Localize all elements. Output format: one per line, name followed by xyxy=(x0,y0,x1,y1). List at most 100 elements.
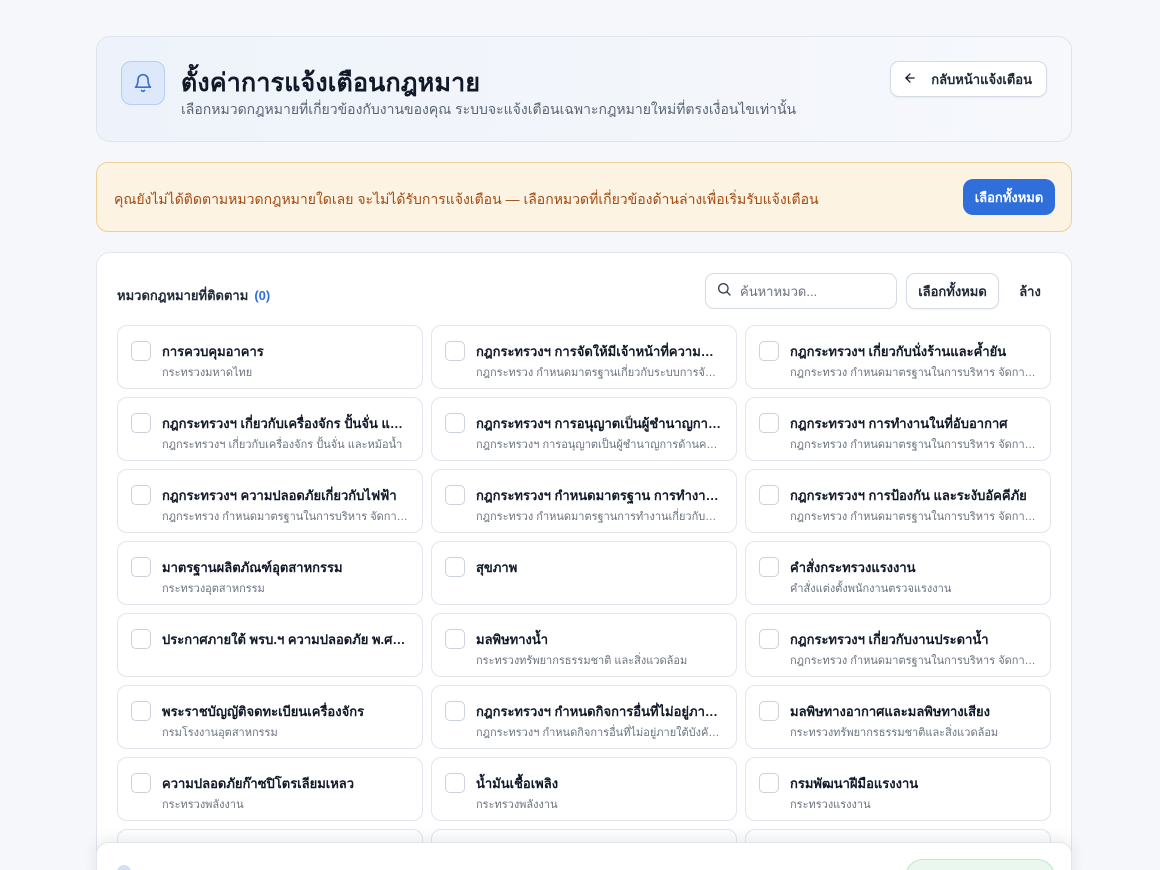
category-checkbox[interactable] xyxy=(759,701,779,721)
category-item[interactable]: กฎกระทรวงฯ กำหนดมาตรฐาน การทำงานเกี่ยวกั… xyxy=(431,469,737,533)
category-item[interactable]: กฎกระทรวงฯ การป้องกัน และระงับอัคคีภัย กฎ… xyxy=(745,469,1051,533)
list-title: หมวดกฎหมายที่ติดตาม (0) xyxy=(117,285,270,306)
category-checkbox[interactable] xyxy=(759,557,779,577)
category-title: การควบคุมอาคาร xyxy=(162,344,264,359)
category-title: กฎกระทรวงฯ ความปลอดภัยเกี่ยวกับไฟฟ้า xyxy=(162,488,397,503)
category-checkbox[interactable] xyxy=(445,629,465,649)
category-item[interactable]: กฎกระทรวงฯ การอนุญาตเป็นผู้ชำนาญการด้านค… xyxy=(431,397,737,461)
category-checkbox[interactable] xyxy=(759,341,779,361)
category-checkbox[interactable] xyxy=(445,485,465,505)
back-to-notifications-button[interactable]: กลับหน้าแจ้งเตือน xyxy=(890,61,1047,97)
category-item[interactable]: การควบคุมอาคารกระทรวงมหาดไทย xyxy=(117,325,423,389)
page-subtitle: เลือกหมวดกฎหมายที่เกี่ยวข้องกับงานของคุณ… xyxy=(181,101,797,117)
category-list-card: หมวดกฎหมายที่ติดตาม (0) เลือกทั้งหมด ล้าง… xyxy=(96,252,1072,870)
category-title: กฎกระทรวงฯ การจัดให้มีเจ้าหน้าที่ความปลอ… xyxy=(476,344,722,359)
category-subtitle: กรมโรงงานอุตสาหกรรม xyxy=(162,727,278,739)
category-checkbox[interactable] xyxy=(131,341,151,361)
category-checkbox[interactable] xyxy=(445,557,465,577)
category-subtitle: กฎกระทรวง กำหนดมาตรฐานในการบริหาร จัดการ… xyxy=(790,367,1036,379)
category-item[interactable]: มลพิษทางอากาศและมลพิษทางเสียงกระทรวงทรัพ… xyxy=(745,685,1051,749)
warning-text: คุณยังไม่ได้ติดตามหมวดกฎหมายใดเลย จะไม่ไ… xyxy=(114,191,819,207)
category-checkbox[interactable] xyxy=(759,773,779,793)
search-box[interactable] xyxy=(705,273,897,309)
category-item[interactable]: ประกาศภายใต้ พรบ.ฯ ความปลอดภัย พ.ศ. 2554 xyxy=(117,613,423,677)
category-checkbox[interactable] xyxy=(131,413,151,433)
back-button-label: กลับหน้าแจ้งเตือน xyxy=(931,71,1032,87)
category-subtitle: คำสั่งแต่งตั้งพนักงานตรวจแรงงาน xyxy=(790,583,952,595)
category-item[interactable]: พระราชบัญญัติจดทะเบียนเครื่องจักรกรมโรงง… xyxy=(117,685,423,749)
category-title: มลพิษทางน้ำ xyxy=(476,632,549,647)
category-subtitle: กฎกระทรวง กำหนดมาตรฐานในการบริหาร จัดการ… xyxy=(162,511,408,523)
category-subtitle: กฎกระทรวง กำหนดมาตรฐานในการบริหาร จัดการ… xyxy=(790,439,1036,451)
category-title: ประกาศภายใต้ พรบ.ฯ ความปลอดภัย พ.ศ. 2554 xyxy=(162,632,408,647)
category-title: ความปลอดภัยก๊าซปิโตรเลียมเหลว xyxy=(162,776,355,791)
search-input[interactable] xyxy=(740,283,880,299)
category-title: กฎกระทรวงฯ กำหนดกิจการอื่นที่ไม่อยู่ภายใ… xyxy=(476,704,722,719)
category-subtitle: กระทรวงพลังงาน xyxy=(162,799,244,811)
clear-button[interactable]: ล้าง xyxy=(1007,273,1053,309)
category-item[interactable]: คำสั่งกระทรวงแรงงานคำสั่งแต่งตั้งพนักงาน… xyxy=(745,541,1051,605)
category-checkbox[interactable] xyxy=(759,629,779,649)
category-subtitle: กฎกระทรวง กำหนดมาตรฐานในการบริหาร จัดการ… xyxy=(790,655,1036,667)
category-checkbox[interactable] xyxy=(131,773,151,793)
category-subtitle: กฎกระทรวงฯ เกี่ยวกับเครื่องจักร ปั้นจั่น… xyxy=(162,439,403,451)
category-checkbox[interactable] xyxy=(131,485,151,505)
category-checkbox[interactable] xyxy=(131,557,151,577)
category-title: พระราชบัญญัติจดทะเบียนเครื่องจักร xyxy=(162,704,365,719)
category-item[interactable]: กฎกระทรวงฯ ความปลอดภัยเกี่ยวกับไฟฟ้ากฎกร… xyxy=(117,469,423,533)
category-subtitle: กฎกระทรวง กำหนดมาตรฐานการทำงานเกี่ยวกับร… xyxy=(476,511,722,523)
category-item[interactable]: กฎกระทรวงฯ เกี่ยวกับงานประดาน้ำกฎกระทรวง… xyxy=(745,613,1051,677)
category-checkbox[interactable] xyxy=(759,485,779,505)
category-title: มาตรฐานผลิตภัณฑ์อุตสาหกรรม xyxy=(162,560,343,575)
category-item[interactable]: กฎกระทรวงฯ เกี่ยวกับเครื่องจักร ปั้นจั่น… xyxy=(117,397,423,461)
category-checkbox[interactable] xyxy=(759,413,779,433)
category-item[interactable]: น้ำมันเชื้อเพลิง กระทรวงพลังงาน xyxy=(431,757,737,821)
category-item[interactable]: กฎกระทรวงฯ การจัดให้มีเจ้าหน้าที่ความปลอ… xyxy=(431,325,737,389)
bell-icon xyxy=(121,61,165,105)
category-checkbox[interactable] xyxy=(445,773,465,793)
no-subscription-warning: คุณยังไม่ได้ติดตามหมวดกฎหมายใดเลย จะไม่ไ… xyxy=(96,162,1072,232)
category-title: กรมพัฒนาฝีมือแรงงาน xyxy=(790,776,919,791)
category-checkbox[interactable] xyxy=(131,629,151,649)
category-checkbox[interactable] xyxy=(445,413,465,433)
list-title-text: หมวดกฎหมายที่ติดตาม xyxy=(117,288,249,303)
category-title: น้ำมันเชื้อเพลิง xyxy=(476,776,559,791)
select-all-button[interactable]: เลือกทั้งหมด xyxy=(906,273,999,309)
category-item[interactable]: สุขภาพ xyxy=(431,541,737,605)
category-subtitle: กระทรวงทรัพยากรธรรมชาติและสิ่งแวดล้อม xyxy=(790,727,999,739)
category-item[interactable]: มลพิษทางน้ำกระทรวงทรัพยากรธรรมชาติ และสิ… xyxy=(431,613,737,677)
category-item[interactable]: มาตรฐานผลิตภัณฑ์อุตสาหกรรมกระทรวงอุตสาหก… xyxy=(117,541,423,605)
category-subtitle: กระทรวงอุตสาหกรรม xyxy=(162,583,265,595)
category-checkbox[interactable] xyxy=(131,701,151,721)
category-item[interactable]: ความปลอดภัยก๊าซปิโตรเลียมเหลวกระทรวงพลัง… xyxy=(117,757,423,821)
category-checkbox[interactable] xyxy=(445,701,465,721)
followed-count: (0) xyxy=(254,288,271,303)
search-icon xyxy=(716,281,732,302)
category-title: มลพิษทางอากาศและมลพิษทางเสียง xyxy=(790,704,990,719)
page-header: ตั้งค่าการแจ้งเตือนกฎหมาย เลือกหมวดกฎหมา… xyxy=(96,36,1072,142)
category-grid: การควบคุมอาคารกระทรวงมหาดไทย กฎกระทรวงฯ … xyxy=(117,325,1051,870)
category-title: กฎกระทรวงฯ เกี่ยวกับงานประดาน้ำ xyxy=(790,632,989,647)
page-title: ตั้งค่าการแจ้งเตือนกฎหมาย xyxy=(181,69,481,97)
bottom-action-bar xyxy=(96,842,1072,870)
save-status-pill[interactable] xyxy=(905,859,1055,870)
category-checkbox[interactable] xyxy=(445,341,465,361)
info-icon xyxy=(117,865,131,870)
category-item[interactable]: กฎกระทรวงฯ การทำงานในที่อับอากาศกฎกระทรว… xyxy=(745,397,1051,461)
category-item[interactable]: กฎกระทรวงฯ เกี่ยวกับนั่งร้านและค้ำยันกฎก… xyxy=(745,325,1051,389)
category-item[interactable]: กฎกระทรวงฯ กำหนดกิจการอื่นที่ไม่อยู่ภายใ… xyxy=(431,685,737,749)
category-title: กฎกระทรวงฯ กำหนดมาตรฐาน การทำงานเกี่ยวกั… xyxy=(476,488,722,503)
category-title: คำสั่งกระทรวงแรงงาน xyxy=(790,560,916,575)
category-subtitle: กระทรวงทรัพยากรธรรมชาติ และสิ่งแวดล้อม xyxy=(476,655,688,667)
category-title: กฎกระทรวงฯ เกี่ยวกับนั่งร้านและค้ำยัน xyxy=(790,344,1007,359)
category-item[interactable]: กรมพัฒนาฝีมือแรงงาน กระทรวงแรงงาน xyxy=(745,757,1051,821)
category-subtitle: กฎกระทรวงฯ กำหนดกิจการอื่นที่ไม่อยู่ภายใ… xyxy=(476,727,722,739)
category-title: กฎกระทรวงฯ การทำงานในที่อับอากาศ xyxy=(790,416,1008,431)
category-subtitle: กฎกระทรวงฯ การอนุญาตเป็นผู้ชำนาญการด้านค… xyxy=(476,439,722,451)
category-subtitle: กฎกระทรวง กำหนดมาตรฐานในการบริหาร จัดการ… xyxy=(790,511,1036,523)
category-title: กฎกระทรวงฯ เกี่ยวกับเครื่องจักร ปั้นจั่น… xyxy=(162,416,408,431)
select-all-primary-button[interactable]: เลือกทั้งหมด xyxy=(963,179,1055,215)
category-title: สุขภาพ xyxy=(476,560,518,575)
category-subtitle: กระทรวงมหาดไทย xyxy=(162,367,253,379)
category-title: กฎกระทรวงฯ การอนุญาตเป็นผู้ชำนาญการด้านค… xyxy=(476,416,722,431)
